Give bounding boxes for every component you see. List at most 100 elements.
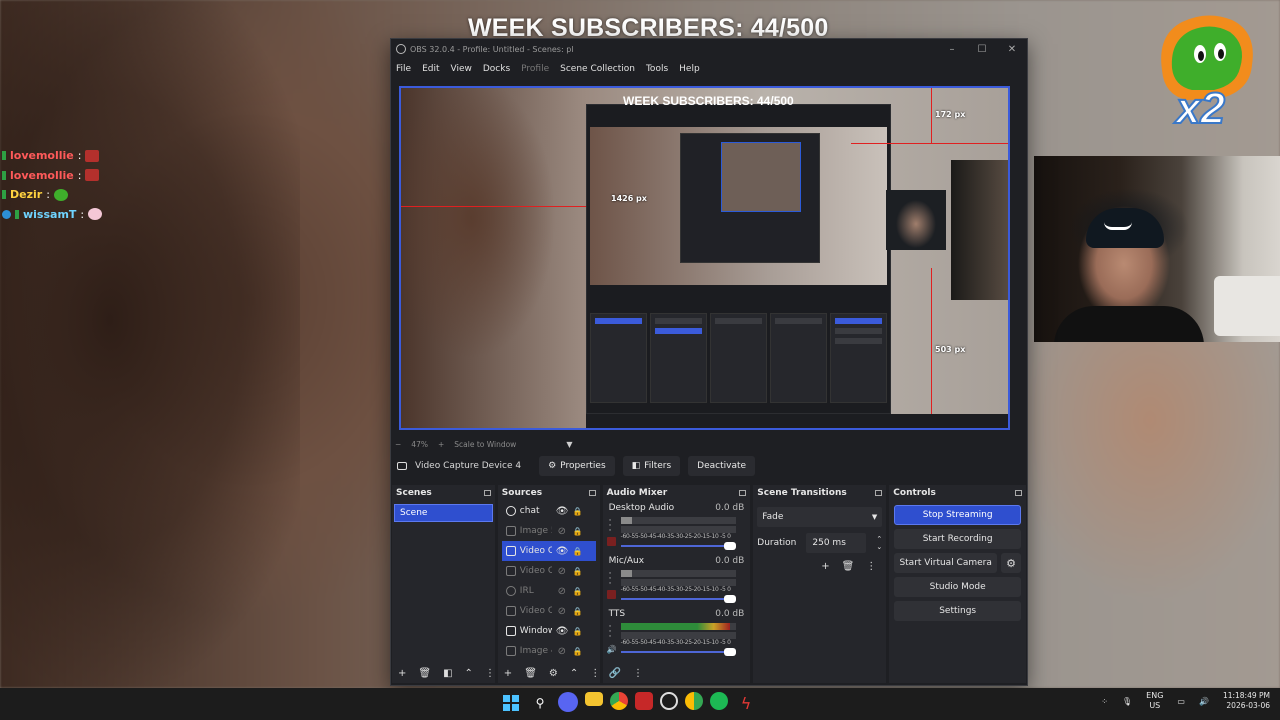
menu-profile[interactable]: Profile (521, 64, 549, 74)
undock-icon[interactable] (588, 490, 596, 496)
eye-hidden-icon[interactable]: ⊘ (556, 586, 568, 597)
lightning-app-icon[interactable]: ϟ (735, 692, 757, 714)
discord-icon[interactable] (558, 692, 578, 712)
trash-icon[interactable]: 🗑 (842, 561, 855, 572)
obs-window[interactable]: OBS 32.0.4 - Profile: Untitled - Scenes:… (390, 38, 1028, 686)
source-row[interactable]: Video Capture ⊘ 🔒 (498, 601, 600, 621)
network-icon[interactable]: ▭ (1177, 697, 1185, 706)
file-explorer-icon[interactable] (585, 692, 603, 706)
menu-help[interactable]: Help (679, 64, 700, 74)
lock-icon[interactable]: 🔒 (572, 527, 584, 536)
more-icon[interactable]: · · · (609, 623, 612, 642)
zoom-in-button[interactable]: + (438, 440, 444, 449)
eye-icon[interactable]: 👁 (556, 506, 569, 517)
menu-edit[interactable]: Edit (422, 64, 439, 74)
eye-hidden-icon[interactable]: ⊘ (556, 606, 568, 617)
chevron-up-icon[interactable]: ⌃ (570, 668, 578, 679)
maximize-icon[interactable]: ☐ (967, 44, 997, 55)
add-icon[interactable]: + (398, 668, 406, 679)
link-icon[interactable]: 🔗 (609, 668, 621, 679)
eye-hidden-icon[interactable]: ⊘ (556, 566, 568, 577)
add-icon[interactable]: + (821, 561, 829, 572)
lock-icon[interactable]: 🔒 (572, 507, 584, 516)
preview-canvas[interactable]: WEEK SUBSCRIBERS: 44/500 172 px 1426 px … (399, 86, 1010, 430)
undock-icon[interactable] (875, 490, 883, 496)
chevron-down-icon[interactable]: ▼ (566, 440, 572, 449)
chrome-active-icon[interactable] (685, 692, 703, 710)
lock-icon[interactable]: 🔒 (572, 567, 584, 576)
tray-app-icon[interactable]: ⁘ (1101, 697, 1108, 706)
volume-slider[interactable] (620, 595, 736, 603)
mute-icon[interactable] (606, 537, 616, 546)
eye-icon[interactable]: 👁 (556, 626, 569, 637)
stop-streaming-button[interactable]: Stop Streaming (894, 505, 1022, 525)
source-row[interactable]: Window 👁 🔒 (498, 621, 600, 641)
source-row[interactable]: Image 4 ⊘ 🔒 (498, 641, 600, 661)
properties-button[interactable]: ⚙ Properties (539, 456, 615, 476)
gear-icon[interactable]: ⚙ (549, 668, 558, 679)
trash-icon[interactable]: 🗑 (418, 668, 431, 679)
more-icon[interactable]: ⋮ (485, 668, 495, 679)
volume-icon[interactable]: 🔊 (1199, 697, 1209, 706)
studio-mode-button[interactable]: Studio Mode (894, 577, 1022, 597)
lock-icon[interactable]: 🔒 (572, 607, 584, 616)
obs-taskbar-icon[interactable] (660, 692, 678, 710)
more-icon[interactable]: ⋮ (590, 668, 600, 679)
source-row[interactable]: IRL ⊘ 🔒 (498, 581, 600, 601)
slider-knob[interactable] (723, 648, 736, 656)
microphone-icon[interactable]: 🎙 (1122, 697, 1132, 706)
more-icon[interactable]: · · · (609, 517, 612, 536)
search-icon[interactable]: ⚲ (529, 692, 551, 714)
clock[interactable]: 11:18:49 PM 2026-03-06 (1223, 691, 1270, 711)
filters-button[interactable]: ◧ Filters (622, 456, 681, 476)
gear-icon[interactable]: ⚙ (1001, 553, 1022, 573)
lock-icon[interactable]: 🔒 (572, 547, 584, 556)
settings-button[interactable]: Settings (894, 601, 1022, 621)
title-bar[interactable]: OBS 32.0.4 - Profile: Untitled - Scenes:… (391, 39, 1027, 59)
slider-knob[interactable] (723, 595, 736, 603)
volume-slider[interactable] (620, 542, 736, 550)
stepper-icon[interactable]: ⌃ ⌄ (876, 535, 882, 551)
menu-view[interactable]: View (451, 64, 472, 74)
scale-mode[interactable]: Scale to Window (454, 440, 516, 449)
duration-input[interactable]: 250 ms (806, 533, 867, 553)
menu-scene-collection[interactable]: Scene Collection (560, 64, 635, 74)
eye-hidden-icon[interactable]: ⊘ (556, 646, 568, 657)
undock-icon[interactable] (739, 490, 747, 496)
more-icon[interactable]: · · · (609, 570, 612, 589)
source-row[interactable]: Image 5 ⊘ 🔒 (498, 521, 600, 541)
undock-icon[interactable] (483, 490, 491, 496)
speaker-icon[interactable]: 🔊 (607, 645, 617, 654)
start-virtual-camera-button[interactable]: Start Virtual Camera (894, 553, 998, 573)
start-recording-button[interactable]: Start Recording (894, 529, 1022, 549)
lock-icon[interactable]: 🔒 (572, 647, 584, 656)
filter-icon[interactable]: ◧ (443, 668, 452, 679)
more-icon[interactable]: ⋮ (866, 561, 876, 572)
lock-icon[interactable]: 🔒 (572, 627, 584, 636)
transition-select[interactable]: Fade ▼ (757, 507, 883, 527)
mute-icon[interactable] (606, 590, 616, 599)
menu-tools[interactable]: Tools (646, 64, 668, 74)
spotify-icon[interactable] (710, 692, 728, 710)
trash-icon[interactable]: 🗑 (524, 668, 537, 679)
source-row[interactable]: chat 👁 🔒 (498, 501, 600, 521)
minimize-icon[interactable]: – (937, 44, 967, 55)
windows-start-icon[interactable] (500, 692, 522, 714)
zoom-out-button[interactable]: − (395, 440, 401, 449)
app-red-icon[interactable] (635, 692, 653, 710)
deactivate-button[interactable]: Deactivate (688, 456, 756, 476)
more-icon[interactable]: ⋮ (633, 668, 643, 679)
source-row[interactable]: Video Capture 👁🔒 (501, 541, 596, 561)
slider-knob[interactable] (723, 542, 736, 550)
source-row[interactable]: Video Capture ⊘ 🔒 (498, 561, 600, 581)
close-icon[interactable]: ✕ (997, 44, 1027, 55)
chevron-up-icon[interactable]: ⌃ (465, 668, 473, 679)
language-indicator[interactable]: ENG US (1146, 691, 1163, 711)
menu-file[interactable]: File (396, 64, 411, 74)
eye-hidden-icon[interactable]: ⊘ (556, 526, 568, 537)
eye-icon[interactable]: 👁 (556, 546, 569, 557)
chrome-icon[interactable] (610, 692, 628, 710)
add-icon[interactable]: + (504, 668, 512, 679)
scene-item[interactable]: Scene (394, 504, 493, 522)
menu-docks[interactable]: Docks (483, 64, 510, 74)
